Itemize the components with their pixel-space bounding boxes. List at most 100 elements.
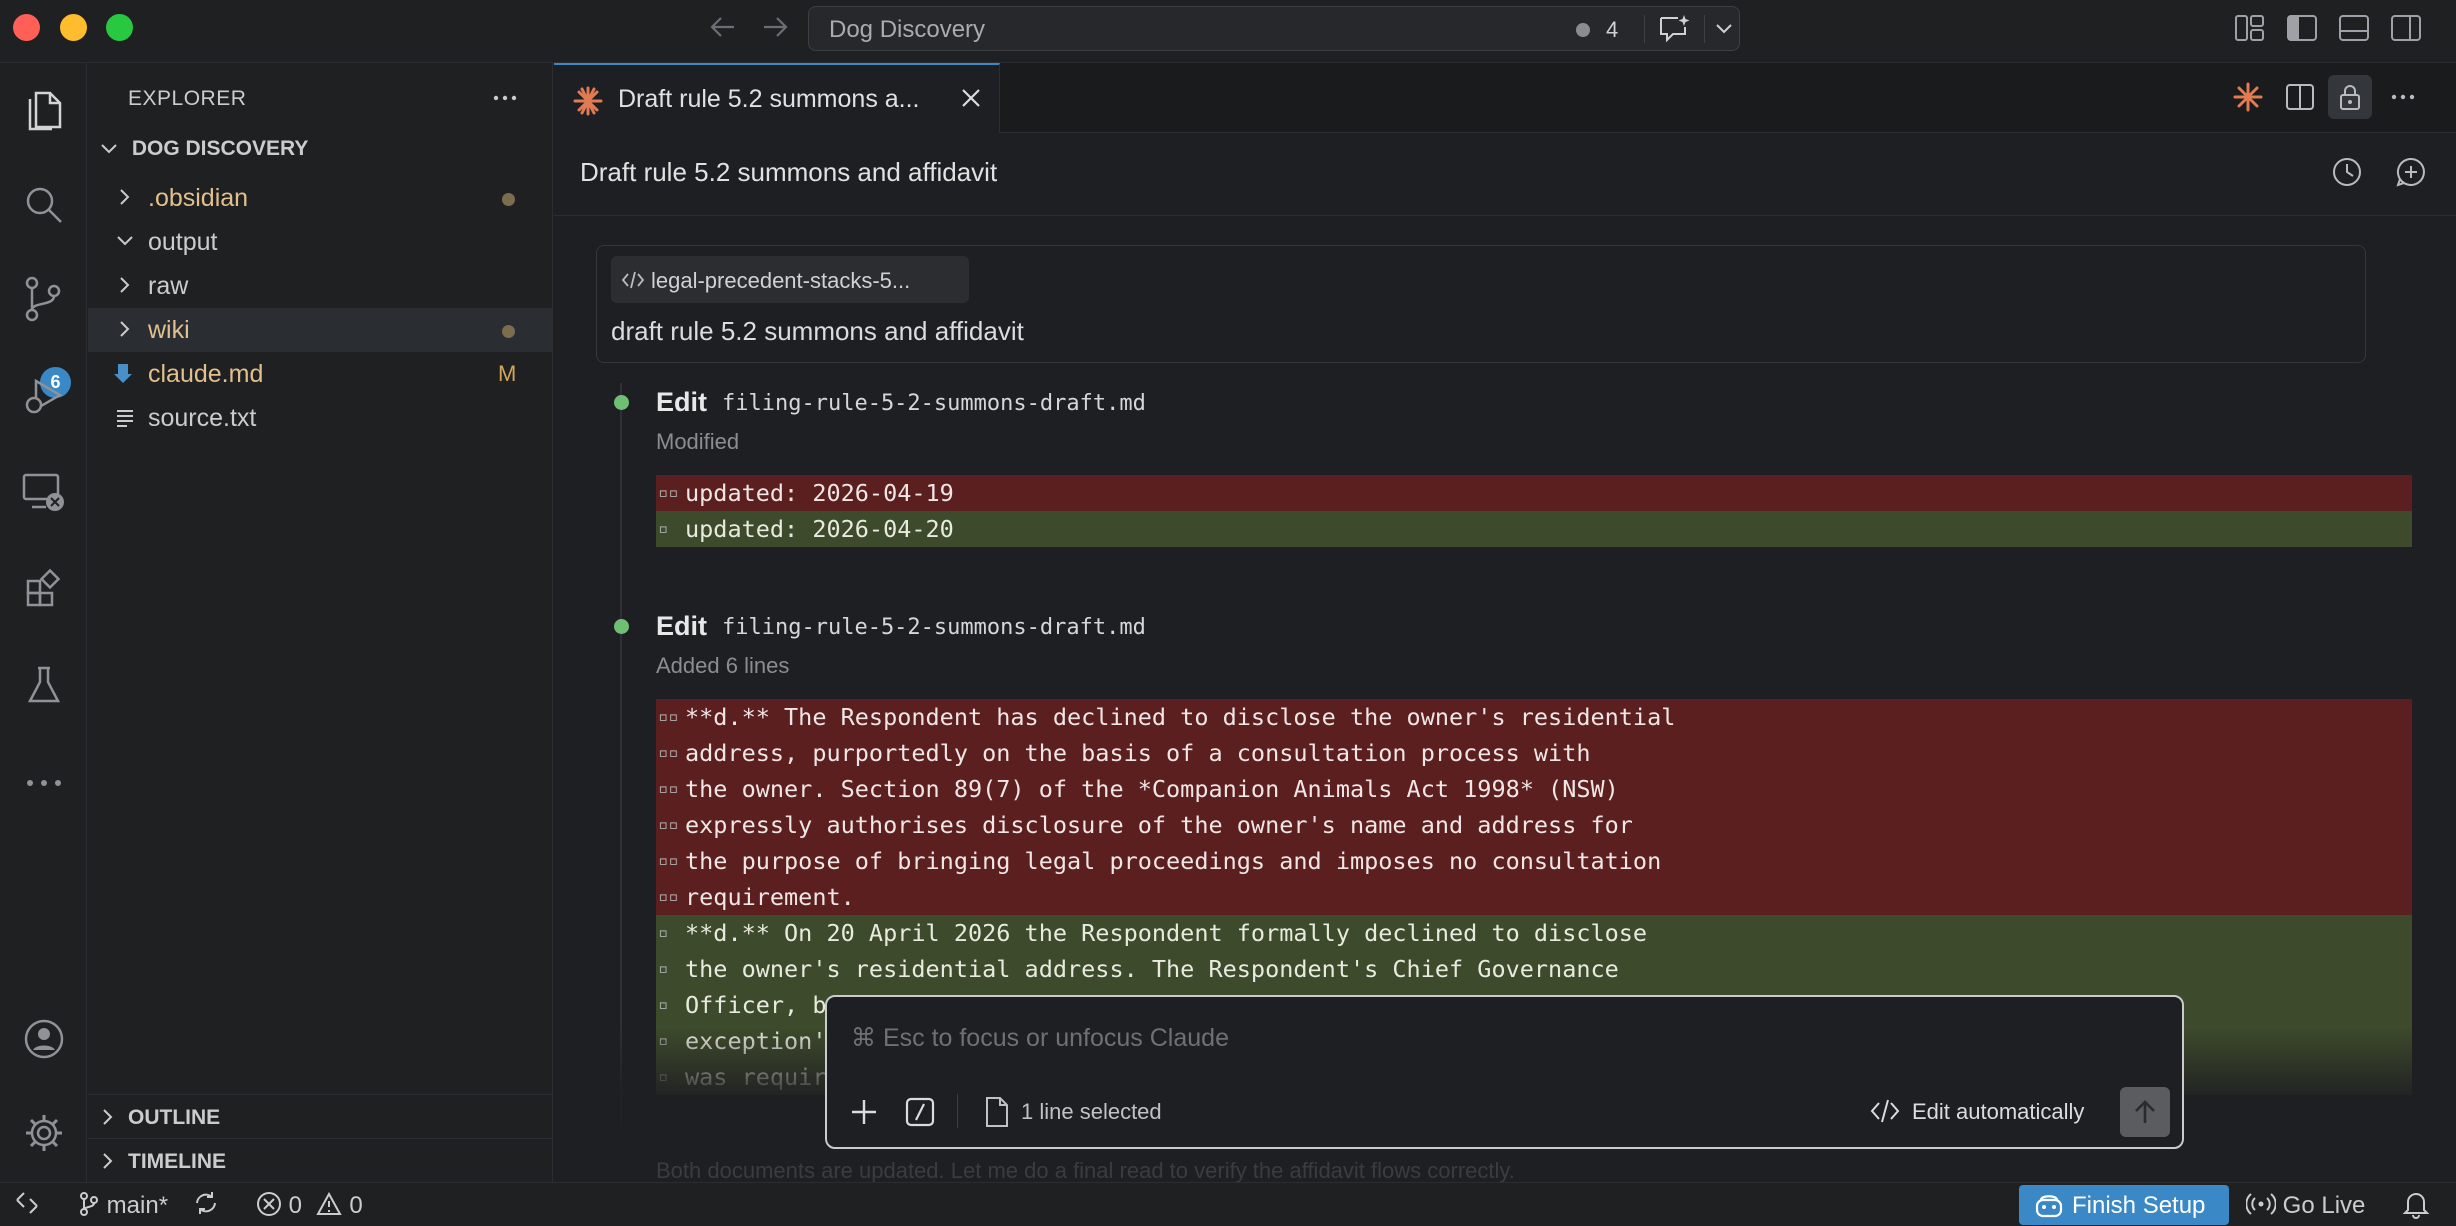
diff-gutter-icon: ▫▫ [658,779,679,799]
pending-count: 4 [1606,17,1619,42]
chevron-right-icon [114,186,136,213]
status-bar: main* 0 0 Finish Setup Go Live [0,1182,2456,1226]
edit-mode-toggle[interactable]: Edit automatically [1912,1099,2084,1125]
problems-indicator[interactable]: 0 0 [256,1191,363,1220]
split-editor-icon[interactable] [2284,81,2316,118]
add-attachment-icon[interactable] [847,1095,881,1134]
diff-line-text: Officer, b [685,991,827,1019]
diff-line-text: expressly authorises disclosure of the o… [685,811,1633,839]
slash-command-icon[interactable] [903,1095,937,1134]
diff-line-text: the owner. Section 89(7) of the *Compani… [685,775,1619,803]
warning-count: 0 [349,1192,363,1219]
context-file-label: legal-precedent-stacks-5... [651,268,911,293]
separator [957,1094,958,1128]
send-button[interactable] [2120,1087,2170,1137]
workspace-name: DOG DISCOVERY [131,137,309,160]
tab-label: Draft rule 5.2 summons a... [618,85,920,113]
finish-setup-label: Finish Setup [2072,1192,2206,1219]
diff-line-added: ▫ updated: 2026-04-20 [656,511,2412,547]
account-icon[interactable] [0,1003,87,1075]
user-prompt-text: draft rule 5.2 summons and affidavit [611,316,1024,346]
remote-indicator-icon[interactable] [14,1189,40,1224]
chevron-down-icon[interactable] [1712,15,1736,48]
diff-gutter-icon: ▫▫ [658,815,679,835]
session-title: Draft rule 5.2 summons and affidavit [580,157,998,187]
outline-label: OUTLINE [128,1106,221,1129]
explorer-more-icon[interactable] [493,79,517,110]
settings-gear-icon[interactable] [0,1097,87,1169]
tree-item-source-txt[interactable]: source.txt [88,396,552,440]
forward-arrow-icon[interactable] [760,12,790,49]
outline-section[interactable]: OUTLINE [88,1094,552,1138]
tree-item-wiki[interactable]: wiki [88,308,552,352]
close-icon[interactable] [958,85,984,116]
source-control-icon[interactable] [0,263,87,335]
back-arrow-icon[interactable] [708,12,738,49]
tree-item-raw[interactable]: raw [88,264,552,308]
selection-indicator[interactable]: 1 line selected [1021,1099,1162,1125]
chevron-down-icon [114,230,136,257]
run-debug-icon[interactable] [0,359,87,431]
diff-gutter-icon: ▫ [658,959,669,979]
modified-dot-icon [502,193,515,206]
go-live-button[interactable]: Go Live [2245,1191,2365,1220]
toggle-secondary-sidebar-icon[interactable] [2390,14,2422,47]
tree-item-obsidian[interactable]: .obsidian [88,176,552,220]
lock-icon[interactable] [2328,75,2372,119]
more-actions-icon[interactable] [2390,81,2416,118]
diff-gutter-icon: ▫▫ [658,887,679,907]
testing-flask-icon[interactable] [0,649,87,721]
finish-setup-button[interactable]: Finish Setup [2019,1185,2229,1225]
tree-item-output[interactable]: output [88,220,552,264]
tree-item-label: output [148,228,218,256]
code-icon [1869,1097,1901,1130]
customize-layout-icon[interactable] [2234,14,2266,47]
notifications-bell-icon[interactable] [2402,1189,2430,1226]
arrow-up-icon [2135,1100,2155,1123]
tab-claude-session[interactable]: Draft rule 5.2 summons a... [554,63,1000,133]
remote-explorer-icon[interactable] [0,457,87,529]
edit-label: Edit [656,387,707,417]
file-icon [983,1095,1011,1134]
explorer-files-icon[interactable] [0,73,87,145]
history-clock-icon[interactable] [2330,155,2364,194]
diff-gutter-icon: ▫▫ [658,851,679,871]
minimize-window-button[interactable] [60,14,87,41]
warning-icon [316,1191,342,1215]
git-status-badge: M [498,361,517,386]
zoom-window-button[interactable] [106,14,133,41]
error-icon [257,1192,281,1216]
close-window-button[interactable] [13,14,40,41]
copilot-icon [2033,1192,2065,1226]
claude-sparkle-icon[interactable] [2232,81,2264,118]
sync-icon[interactable] [192,1189,220,1224]
markdown-download-icon [112,362,134,391]
branch-indicator[interactable]: main* [78,1191,168,1220]
chat-sparkle-icon[interactable] [1657,13,1691,50]
chat-input-box[interactable]: ⌘ Esc to focus or unfocus Claude 1 line … [825,995,2184,1149]
new-chat-icon[interactable] [2394,155,2428,194]
command-center[interactable]: Dog Discovery 4 [808,6,1740,51]
extensions-icon[interactable] [0,553,87,625]
diff-line-text: address, purportedly on the basis of a c… [685,739,1591,767]
diff-line-removed: ▫▫ **d.** The Respondent has declined to … [656,699,2412,735]
git-branch-icon [80,1192,98,1216]
edit-filename[interactable]: filing-rule-5-2-summons-draft.md [722,391,1146,416]
chevron-right-icon [98,1150,118,1177]
context-file-chip[interactable]: legal-precedent-stacks-5... [611,256,969,303]
more-icon[interactable] [0,747,87,819]
toggle-primary-sidebar-icon[interactable] [2286,14,2318,47]
diff-line-added: ▫ the owner's residential address. The Re… [656,951,2412,987]
chat-input-placeholder[interactable]: ⌘ Esc to focus or unfocus Claude [851,1023,1229,1053]
edit-summary: Modified [656,429,740,454]
title-bar: Dog Discovery 4 [0,0,2456,63]
broadcast-icon [2245,1193,2277,1215]
diff-line-removed: ▫▫ the purpose of bringing legal proceedi… [656,843,2412,879]
edit-filename[interactable]: filing-rule-5-2-summons-draft.md [722,615,1146,640]
tree-item-claude-md[interactable]: claude.md M [88,352,552,396]
search-icon[interactable] [0,169,87,241]
separator [1644,15,1645,43]
workspace-header[interactable]: DOG DISCOVERY [98,137,308,161]
timeline-section[interactable]: TIMELINE [88,1138,552,1182]
toggle-panel-icon[interactable] [2338,14,2370,47]
